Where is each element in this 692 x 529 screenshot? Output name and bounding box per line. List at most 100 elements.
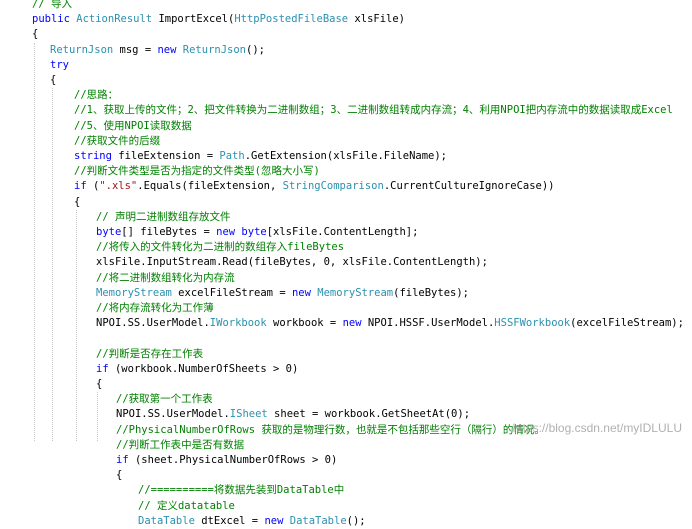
code-token: sheet = workbook.GetSheetAt(0); [267, 408, 471, 421]
code-token: //==========将数据先装到DataTable中 [138, 484, 345, 497]
code-token: MemoryStream [317, 286, 394, 299]
code-line: //1、获取上传的文件；2、把文件转换为二进制数组；3、二进制数组转成内存流；4… [74, 103, 673, 118]
indent-guide [76, 209, 77, 441]
code-token: ".xls" [99, 180, 138, 193]
code-line: { [50, 73, 56, 88]
code-token: public [32, 13, 70, 26]
code-token: HttpPostedFileBase [234, 13, 349, 26]
code-line: if (sheet.PhysicalNumberOfRows > 0) [116, 453, 337, 468]
code-token: //将传入的文件转化为二进制的数组存入fileBytes [96, 241, 345, 254]
code-token: (sheet.PhysicalNumberOfRows > 0) [128, 454, 338, 466]
code-line: //将传入的文件转化为二进制的数组存入fileBytes [96, 240, 344, 255]
code-token: excelFileStream = [171, 286, 292, 299]
code-token: //5、使用NPOI读取数据 [74, 119, 192, 132]
code-token: StringComparison [282, 180, 384, 193]
code-token: .Equals(fileExtension, [137, 180, 283, 193]
code-line: //思路： [74, 88, 118, 103]
code-token: new [264, 514, 284, 527]
code-token: byte [241, 226, 267, 238]
code-token: Path [219, 150, 245, 162]
code-token: //思路： [74, 89, 119, 102]
code-token: try [50, 58, 69, 71]
code-token: if [96, 362, 109, 375]
code-line: //将内存流转化为工作薄 [96, 301, 214, 316]
code-token: // 定义datatable [138, 499, 235, 512]
code-token: //将二进制数组转化为内存流 [96, 271, 235, 284]
code-line: string fileExtension = Path.GetExtension… [74, 149, 447, 164]
code-token: if [74, 180, 87, 193]
code-token: MemoryStream [96, 286, 172, 299]
code-line: DataTable dtExcel = new DataTable(); [138, 514, 366, 529]
code-line: // 定义datatable [138, 499, 235, 514]
code-token: ActionResult [76, 13, 153, 26]
code-line: //判断工作表中是否有数据 [116, 438, 244, 453]
code-token: // 声明二进制数组存放文件 [96, 210, 231, 223]
code-token: //判断是否存在工作表 [96, 347, 204, 360]
code-token: //获取文件的后缀 [74, 134, 161, 147]
code-line: NPOI.SS.UserModel.ISheet sheet = workboo… [116, 407, 470, 422]
code-line: // 声明二进制数组存放文件 [96, 210, 230, 225]
code-token: // 导入 [32, 0, 72, 10]
code-line: //获取文件的后缀 [74, 134, 160, 149]
code-token: HSSFWorkbook [494, 317, 571, 330]
code-token: DataTable [289, 514, 347, 527]
code-line: ReturnJson msg = new ReturnJson(); [50, 43, 265, 58]
code-token: //判断文件类型是否为指定的文件类型(忽略大小写) [74, 165, 320, 178]
code-token: if [116, 454, 129, 466]
code-token: .CurrentCultureIgnoreCase)) [383, 180, 555, 193]
code-line: { [116, 468, 122, 483]
code-token: //PhysicalNumberOfRows 获取的是物理行数，也就是不包括那些… [116, 423, 545, 436]
code-line: if (workbook.NumberOfSheets > 0) [96, 362, 298, 377]
code-token: byte [96, 226, 122, 238]
code-token: ISheet [229, 408, 268, 421]
code-token: new [291, 286, 311, 299]
code-token: ( [86, 180, 100, 193]
code-line: //判断是否存在工作表 [96, 347, 203, 362]
code-token: string [74, 150, 112, 162]
code-line: // 导入 [32, 0, 72, 12]
code-line: MemoryStream excelFileStream = new Memor… [96, 286, 469, 301]
code-line: //==========将数据先装到DataTable中 [138, 483, 344, 498]
code-line: NPOI.SS.UserModel.IWorkbook workbook = n… [96, 316, 684, 331]
code-line: if (".xls".Equals(fileExtension, StringC… [74, 179, 555, 194]
code-line: xlsFile.InputStream.Read(fileBytes, 0, x… [96, 255, 488, 270]
code-token: //1、获取上传的文件；2、把文件转换为二进制数组；3、二进制数组转成内存流；4… [74, 104, 673, 117]
code-token: [xlsFile.ContentLength]; [266, 226, 419, 238]
code-token: DataTable [138, 514, 195, 527]
code-token: { [116, 469, 123, 482]
code-line: { [96, 377, 102, 392]
code-token: workbook = [266, 317, 343, 330]
code-line: { [74, 195, 80, 210]
code-token: msg = [113, 43, 158, 56]
indent-guide [34, 42, 35, 441]
code-token: dtExcel = [194, 514, 265, 527]
code-token: //将内存流转化为工作薄 [96, 302, 214, 314]
code-token: xlsFile.InputStream.Read(fileBytes, 0, x… [96, 256, 488, 269]
code-line: //判断文件类型是否为指定的文件类型(忽略大小写) [74, 164, 320, 179]
code-token: (); [346, 514, 366, 527]
code-token: { [96, 378, 103, 390]
code-line: //5、使用NPOI读取数据 [74, 119, 192, 134]
code-token: (excelFileStream); [570, 317, 684, 330]
code-token: { [74, 195, 81, 208]
code-token: fileExtension = [111, 150, 220, 162]
code-line: //PhysicalNumberOfRows 获取的是物理行数，也就是不包括那些… [116, 423, 545, 438]
code-token: ReturnJson [182, 43, 246, 56]
code-token: { [50, 74, 57, 86]
code-line: byte[] fileBytes = new byte[xlsFile.Cont… [96, 225, 418, 240]
code-token: (workbook.NumberOfSheets > 0) [108, 362, 299, 375]
code-line: try [50, 58, 69, 73]
code-token: IWorkbook [209, 317, 267, 330]
code-token: ImportExcel( [152, 13, 235, 26]
code-token: NPOI.SS.UserModel. [96, 317, 210, 330]
code-token: xlsFile) [348, 13, 406, 26]
code-token: new [342, 317, 362, 330]
code-token: (fileBytes); [393, 286, 469, 299]
indent-guide [97, 392, 98, 441]
code-token: (); [246, 43, 265, 56]
code-token: //获取第一个工作表 [116, 393, 213, 406]
code-line: public ActionResult ImportExcel(HttpPost… [32, 12, 405, 27]
code-token: { [32, 28, 39, 41]
code-token: new [216, 226, 236, 238]
indent-guide [52, 88, 53, 441]
